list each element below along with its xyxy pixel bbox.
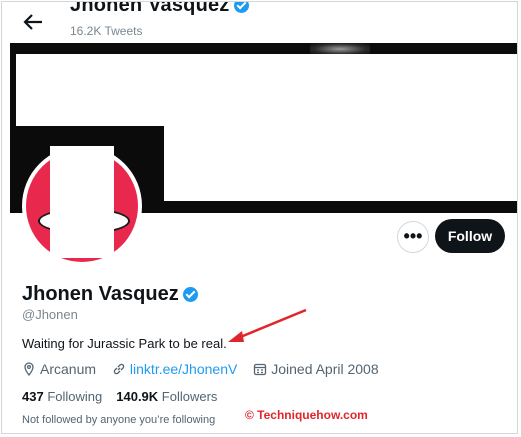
calendar-icon bbox=[254, 364, 267, 376]
location: Arcanum bbox=[22, 361, 96, 377]
redaction-box bbox=[16, 54, 517, 126]
follow-stats: 437 Following 140.9K Followers bbox=[22, 389, 217, 404]
not-followed-note: Not followed by anyone you’re following bbox=[22, 414, 216, 426]
top-bar: Jhonen Vasquez 16.2K Tweets bbox=[2, 1, 517, 42]
back-arrow-icon[interactable] bbox=[22, 11, 46, 33]
header-title-text: Jhonen Vasquez bbox=[70, 1, 230, 16]
profile-bio: Waiting for Jurassic Park to be real. bbox=[22, 336, 227, 351]
verified-badge-icon bbox=[233, 2, 249, 14]
link-text[interactable]: linktr.ee/JhonenV bbox=[130, 361, 237, 377]
header-title: Jhonen Vasquez bbox=[70, 1, 249, 17]
link-icon bbox=[113, 364, 125, 375]
follow-button[interactable]: Follow bbox=[435, 219, 505, 253]
profile-name-text: Jhonen Vasquez bbox=[22, 283, 179, 305]
location-text: Arcanum bbox=[40, 361, 97, 378]
verified-badge-icon bbox=[182, 287, 198, 303]
profile-name: Jhonen Vasquez bbox=[22, 283, 198, 306]
profile-meta: Arcanum linktr.ee/JhonenV Joined April 2… bbox=[22, 360, 391, 377]
joined-text: Joined April 2008 bbox=[271, 361, 379, 378]
followers-label: Followers bbox=[161, 389, 218, 404]
following-count: 437 bbox=[22, 389, 44, 404]
redaction-box bbox=[50, 146, 114, 258]
followers-count: 140.9K bbox=[116, 389, 159, 404]
followers-link[interactable]: 140.9K Followers bbox=[116, 389, 217, 404]
profile-link[interactable]: linktr.ee/JhonenV bbox=[112, 361, 237, 377]
location-pin-icon bbox=[24, 362, 34, 377]
more-options-button[interactable]: ••• bbox=[397, 221, 429, 253]
watermark: © Techniquehow.com bbox=[245, 408, 368, 422]
following-label: Following bbox=[47, 389, 103, 404]
joined-date: Joined April 2008 bbox=[253, 361, 379, 378]
following-link[interactable]: 437 Following bbox=[22, 389, 102, 404]
tweet-count: 16.2K Tweets bbox=[70, 24, 143, 38]
redaction-box bbox=[164, 125, 517, 201]
profile-handle: @Jhonen bbox=[22, 307, 78, 322]
